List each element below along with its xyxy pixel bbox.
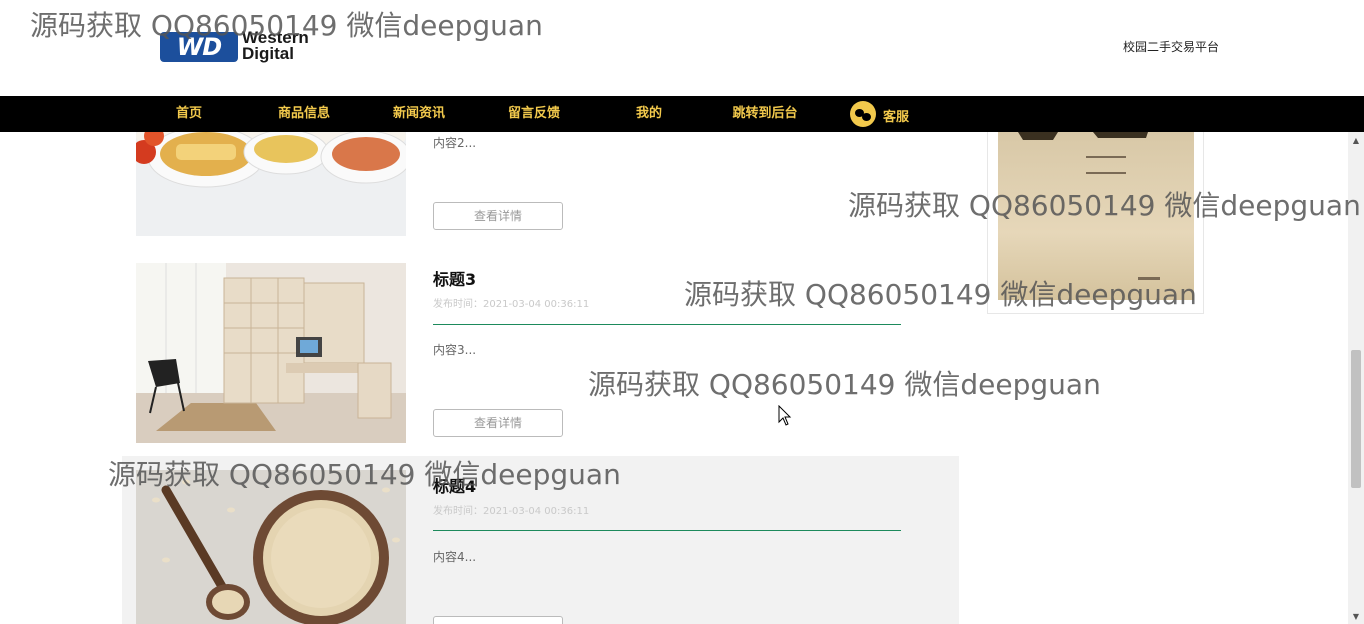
news-title[interactable]: 标题3 bbox=[433, 266, 476, 290]
nav-item-admin[interactable]: 跳转到后台 bbox=[722, 96, 808, 132]
news-content: 内容2... bbox=[433, 136, 477, 150]
nav-item-mine[interactable]: 我的 bbox=[618, 96, 680, 132]
nav-item-news[interactable]: 新闻资讯 bbox=[383, 96, 455, 132]
view-detail-button[interactable]: 查看详情 bbox=[433, 202, 563, 230]
news-content: 内容3... bbox=[433, 343, 477, 357]
nav-item-home[interactable]: 首页 bbox=[158, 96, 220, 132]
scroll-up-arrow-icon[interactable]: ▲ bbox=[1348, 134, 1364, 148]
news-title[interactable]: 标题4 bbox=[433, 473, 476, 497]
top-header: WD Western Digital 校园二手交易平台 bbox=[0, 0, 1348, 96]
nav-item-products[interactable]: 商品信息 bbox=[268, 96, 340, 132]
mouse-cursor-icon bbox=[778, 404, 792, 431]
scroll-down-arrow-icon[interactable]: ▼ bbox=[1348, 610, 1364, 624]
scroll-thumb[interactable] bbox=[1351, 350, 1361, 488]
side-poster[interactable] bbox=[987, 132, 1204, 314]
poster-image bbox=[998, 132, 1194, 300]
news-thumbnail-food[interactable] bbox=[136, 132, 406, 236]
view-detail-button[interactable] bbox=[433, 616, 563, 624]
logo-mark: WD bbox=[160, 32, 238, 62]
logo-text: Western Digital bbox=[242, 29, 309, 63]
main-nav: 首页 商品信息 新闻资讯 留言反馈 我的 跳转到后台 客服 bbox=[0, 96, 1364, 132]
nav-item-feedback[interactable]: 留言反馈 bbox=[498, 96, 570, 132]
news-publish-date: 发布时间：2021-03-04 00:36:11 bbox=[433, 506, 590, 517]
news-thumbnail-furniture[interactable] bbox=[136, 263, 406, 443]
view-detail-button[interactable]: 查看详情 bbox=[433, 409, 563, 437]
news-thumbnail-oats[interactable] bbox=[136, 470, 406, 624]
wechat-icon[interactable] bbox=[850, 101, 876, 127]
page-scrollbar[interactable]: ▲ ▼ bbox=[1348, 132, 1364, 624]
news-content: 内容4... bbox=[433, 550, 477, 564]
logo-text-line2: Digital bbox=[242, 44, 294, 63]
platform-title: 校园二手交易平台 bbox=[1123, 40, 1220, 54]
news-publish-date: 发布时间：2021-03-04 00:36:11 bbox=[433, 299, 590, 310]
nav-item-customer-service[interactable]: 客服 bbox=[878, 100, 914, 136]
news-divider bbox=[433, 530, 901, 531]
site-logo[interactable]: WD Western Digital bbox=[160, 29, 332, 64]
news-divider bbox=[433, 324, 901, 325]
news-list: 内容2... 查看详情 标题3 发布时间：2021-03-04 00:36:11… bbox=[0, 132, 1348, 624]
